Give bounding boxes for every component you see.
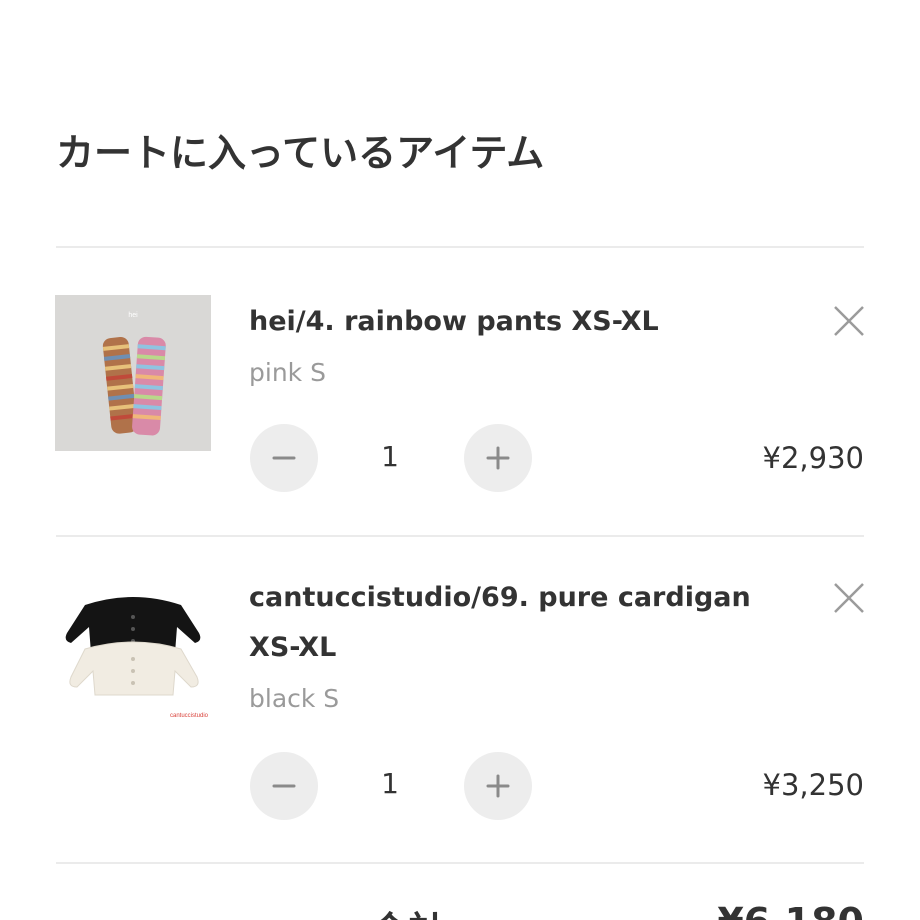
cart-page: カートに入っているアイテム hei hei/4. rainbow pants X…	[0, 0, 920, 920]
item-price: ¥3,250	[762, 768, 864, 802]
page-title: カートに入っているアイテム	[56, 131, 545, 175]
rainbow-pants-photo-icon: hei	[55, 295, 211, 451]
thumbnail-caption: hei	[128, 312, 138, 319]
summary-total: ¥6,180	[717, 900, 864, 920]
decrease-quantity-button[interactable]	[250, 752, 318, 820]
product-name[interactable]: cantuccistudio/69. pure cardigan XS-XL	[249, 573, 789, 673]
product-thumbnail[interactable]: hei	[55, 295, 211, 451]
plus-icon	[486, 774, 510, 798]
product-variant: black S	[249, 684, 340, 713]
divider	[56, 246, 864, 248]
item-price: ¥2,930	[762, 441, 864, 475]
quantity-value: 1	[381, 767, 399, 800]
quantity-value: 1	[381, 440, 399, 473]
remove-item-button[interactable]	[829, 301, 869, 341]
close-icon	[834, 306, 864, 336]
product-thumbnail[interactable]: cantuccistudio	[55, 583, 211, 739]
minus-icon	[272, 456, 296, 460]
summary-label: 合計	[370, 900, 446, 920]
product-name[interactable]: hei/4. rainbow pants XS-XL	[249, 297, 789, 347]
divider	[56, 862, 864, 864]
remove-item-button[interactable]	[829, 578, 869, 618]
cardigan-photo-icon: cantuccistudio	[55, 583, 211, 739]
divider	[56, 535, 864, 537]
thumbnail-caption: cantuccistudio	[170, 713, 209, 719]
plus-icon	[486, 446, 510, 470]
close-icon	[834, 583, 864, 613]
increase-quantity-button[interactable]	[464, 752, 532, 820]
product-variant: pink S	[249, 358, 326, 387]
decrease-quantity-button[interactable]	[250, 424, 318, 492]
increase-quantity-button[interactable]	[464, 424, 532, 492]
minus-icon	[272, 784, 296, 788]
